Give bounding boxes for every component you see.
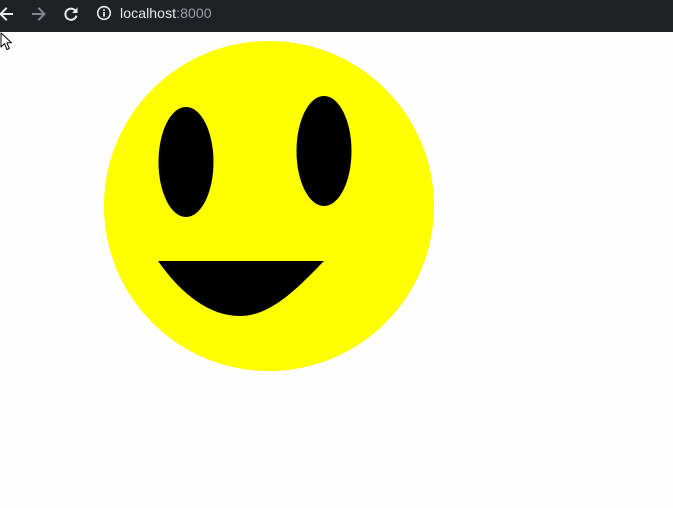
- left-eye: [158, 107, 214, 217]
- page-viewport: [0, 32, 673, 508]
- arrow-right-icon: [32, 7, 46, 21]
- forward-button[interactable]: [25, 0, 53, 28]
- right-eye: [296, 96, 352, 206]
- reload-button[interactable]: [57, 0, 85, 28]
- back-button[interactable]: [0, 0, 20, 28]
- url-port: :8000: [176, 5, 212, 21]
- smiley-face-circle: [104, 41, 434, 371]
- url-host: localhost: [120, 5, 177, 21]
- smiley-face: [104, 41, 434, 371]
- url-text[interactable]: localhost:8000: [120, 5, 212, 21]
- browser-toolbar: localhost:8000: [0, 0, 673, 32]
- address-bar[interactable]: localhost:8000: [96, 0, 212, 26]
- reload-icon: [64, 7, 78, 21]
- mouse-pointer-icon: [0, 32, 12, 50]
- info-icon[interactable]: [96, 5, 112, 21]
- arrow-left-icon: [0, 7, 13, 21]
